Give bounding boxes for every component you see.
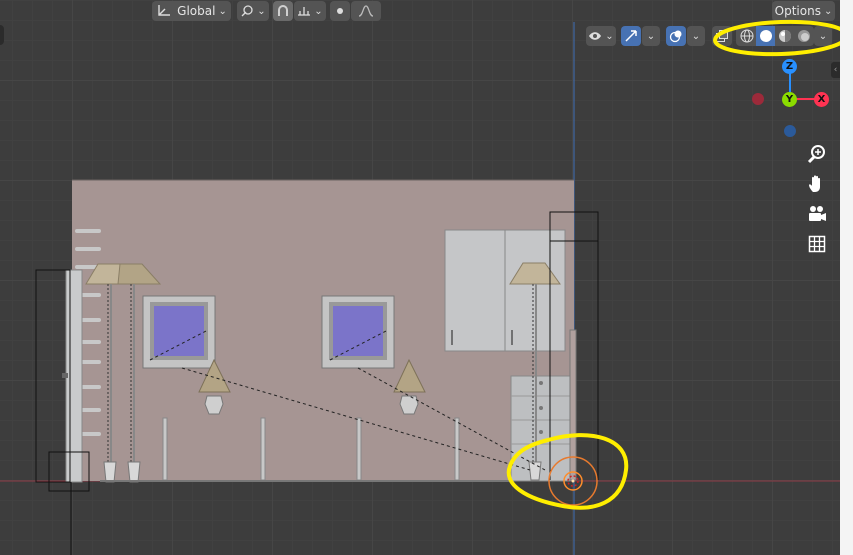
door-handle [62,373,68,378]
door[interactable] [65,269,83,483]
window-edge [840,0,853,555]
annotation-shading-highlight [713,19,840,57]
3d-viewport[interactable]: Global ⌄ ⌄ ⌄ Options ⌄ ⌄ ⌄ ⌄ ⌄ ‹ Z Y X [0,0,840,555]
upper-cabinet[interactable] [444,229,566,352]
scene-canvas[interactable] [0,0,840,555]
